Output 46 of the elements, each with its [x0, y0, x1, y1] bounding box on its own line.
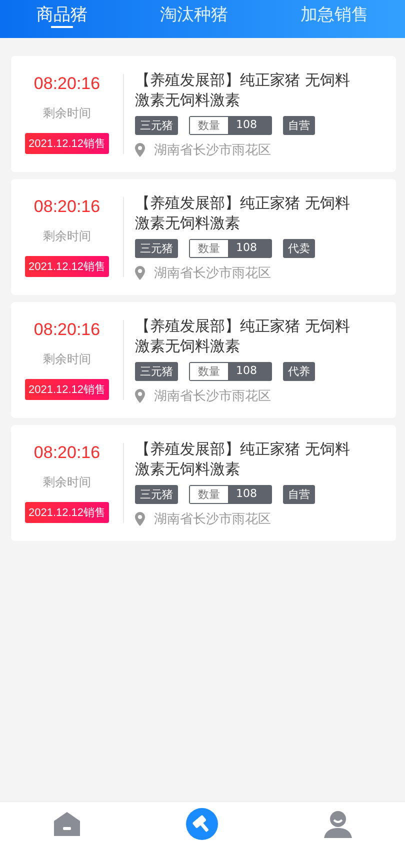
countdown-label: 剩余时间: [43, 105, 91, 122]
quantity-value: 108: [228, 116, 271, 134]
location-pin-icon: [135, 266, 145, 280]
quantity-value: 108: [228, 362, 271, 380]
quantity-value: 108: [228, 486, 271, 502]
home-tab[interactable]: [52, 811, 80, 837]
breed-tag: 三元猪: [135, 362, 178, 380]
listing-title: 【养殖发展部】纯正家猪 无饲料激素无饲料激素: [135, 192, 350, 232]
sale-date-badge: 2021.12.12销售: [25, 133, 109, 154]
countdown-label: 剩余时间: [43, 474, 91, 491]
listing-card[interactable]: 08:20:16 剩余时间 2021.12.12销售 【养殖发展部】纯正家猪 无饲料激素无饲料激素 三元猪 数量 108 代卖 湖南省长沙市雨花区: [11, 179, 396, 295]
listing-card[interactable]: 08:20:16 剩余时间 2021.12.12销售 【养殖发展部】纯正家猪 无饲料激素无饲料激素 三元猪 数量 108 代养 湖南省长沙市雨花区: [11, 302, 396, 418]
breed-tag: 三元猪: [135, 116, 178, 134]
countdown-time: 08:20:16: [34, 320, 100, 340]
seller-type-tag: 自营: [283, 484, 315, 504]
listing-card[interactable]: 08:20:16 剩余时间 2021.12.12销售 【养殖发展部】纯正家猪 无饲料激素无饲料激素 三元猪 数量 108 自营 湖南省长沙市雨花区: [11, 425, 396, 541]
location-text: 湖南省长沙市雨花区: [154, 142, 271, 158]
countdown-label: 剩余时间: [43, 228, 91, 245]
listing-title: 【养殖发展部】纯正家猪 无饲料激素无饲料激素: [135, 438, 350, 478]
sale-date-badge: 2021.12.12销售: [25, 502, 109, 523]
location-pin-icon: [135, 142, 145, 156]
listing-card[interactable]: 08:20:16 剩余时间 2021.12.12销售 【养殖发展部】纯正家猪 无饲料激素无饲料激素 三元猪 数量 108 自营 湖南省长沙市雨花区: [11, 56, 396, 172]
sale-date-badge: 2021.12.12销售: [25, 256, 109, 277]
user-icon: [322, 810, 352, 838]
location-pin-icon: [135, 512, 145, 526]
location-pin-icon: [135, 388, 145, 402]
auction-tab[interactable]: [186, 808, 218, 840]
listing-title: 【养殖发展部】纯正家猪 无饲料激素无饲料激素: [135, 316, 350, 356]
seller-type-tag: 自营: [283, 116, 315, 134]
house-icon: [52, 811, 80, 837]
breed-tag: 三元猪: [135, 484, 178, 504]
seller-type-tag: 代养: [283, 362, 315, 380]
countdown-time: 08:20:16: [34, 197, 100, 217]
sale-date-badge: 2021.12.12销售: [25, 379, 109, 400]
location-text: 湖南省长沙市雨花区: [154, 264, 271, 282]
seller-type-tag: 代卖: [283, 238, 315, 258]
profile-tab[interactable]: [322, 810, 352, 838]
breed-tag: 三元猪: [135, 238, 178, 258]
location-text: 湖南省长沙市雨花区: [154, 510, 271, 528]
location-text: 湖南省长沙市雨花区: [154, 388, 271, 404]
quantity-value: 108: [228, 240, 271, 256]
listing-title: 【养殖发展部】纯正家猪 无饲料激素无饲料激素: [135, 70, 350, 110]
countdown-label: 剩余时间: [43, 351, 91, 368]
gavel-icon: [186, 808, 218, 840]
countdown-time: 08:20:16: [34, 74, 100, 94]
countdown-time: 08:20:16: [34, 443, 100, 463]
